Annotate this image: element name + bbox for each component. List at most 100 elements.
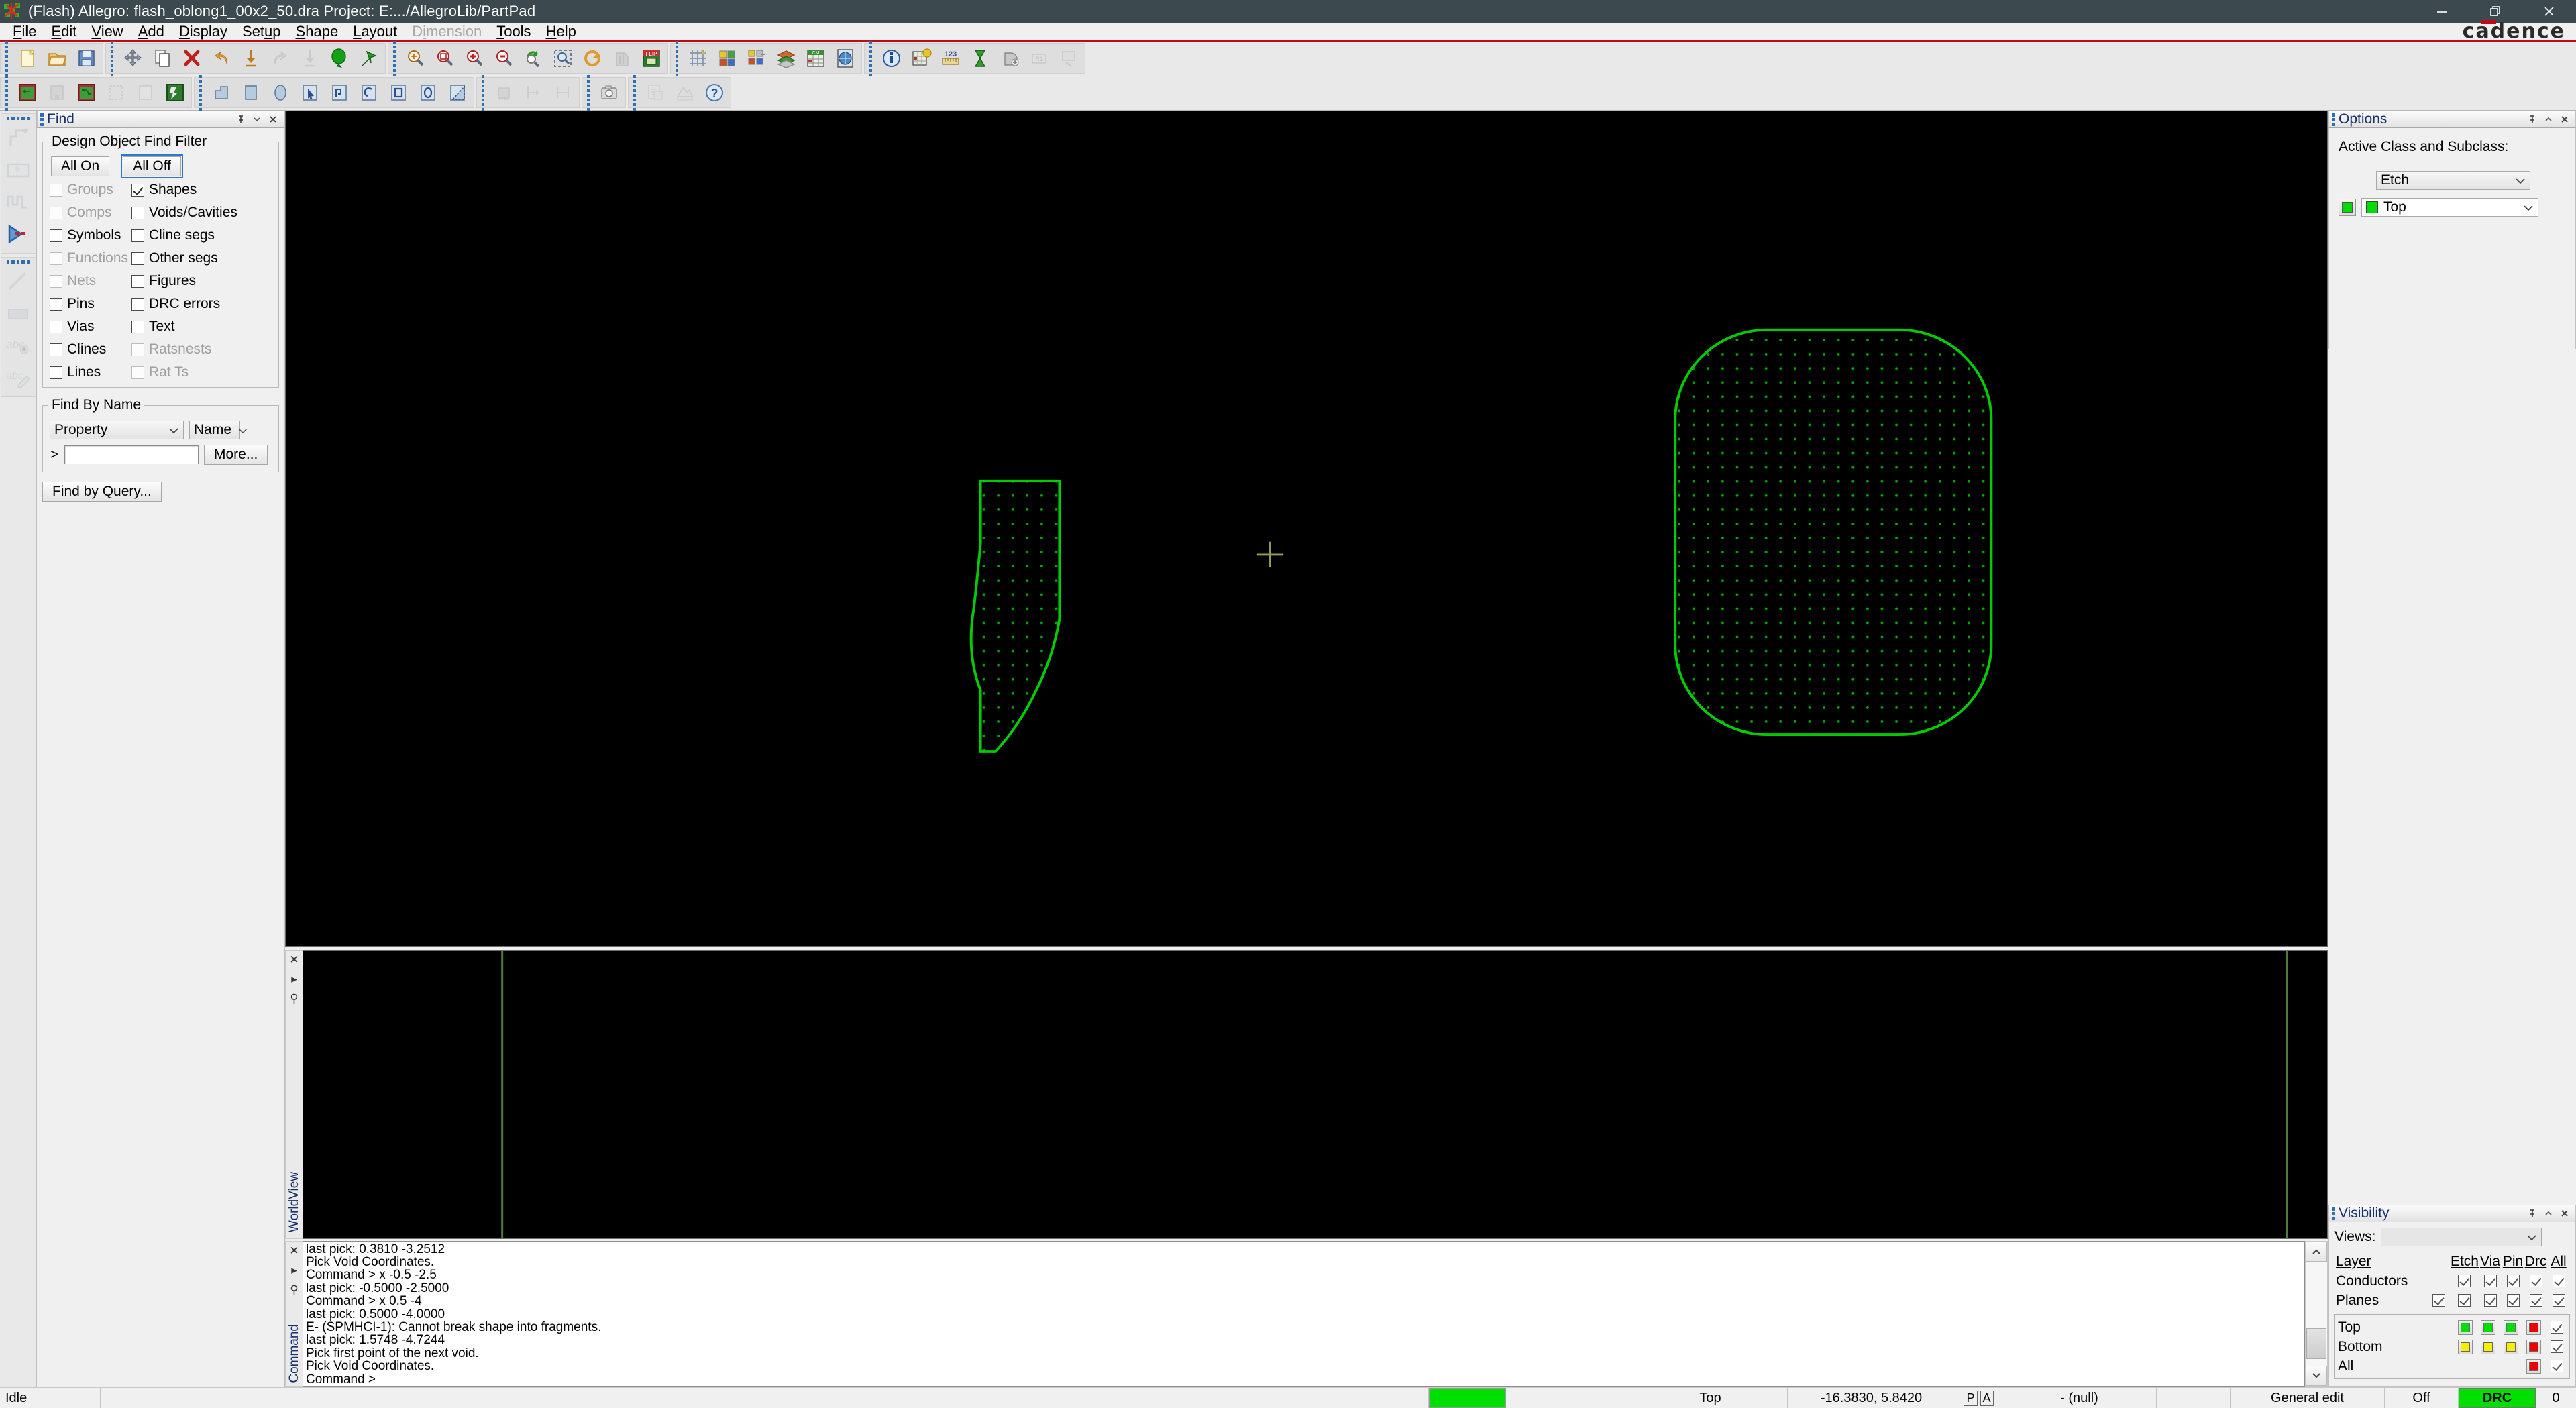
oblong-pad-shape[interactable]: [1674, 328, 1993, 736]
rail-grip-icon[interactable]: [5, 114, 31, 122]
visibility-checkbox[interactable]: [2552, 1275, 2565, 1288]
checkbox-icon[interactable]: [131, 206, 144, 219]
all-off-button[interactable]: All Off: [121, 154, 183, 178]
menu-item-layout[interactable]: Layout: [345, 22, 405, 41]
shape-edit-boundary-icon[interactable]: [325, 78, 354, 107]
toolbar-grip-icon[interactable]: [3, 74, 11, 111]
pin-panel-icon[interactable]: [2525, 112, 2540, 127]
save-icon[interactable]: [72, 44, 101, 73]
collapse-panel-icon[interactable]: [2541, 1206, 2556, 1221]
scrollbar-thumb[interactable]: [2306, 1328, 2326, 1359]
checkbox-icon[interactable]: [131, 297, 144, 311]
void-fragment-shape[interactable]: [969, 479, 1061, 753]
checkbox-icon[interactable]: [131, 252, 144, 265]
find-filter-pins[interactable]: Pins: [50, 296, 131, 312]
toolbar-grip-icon[interactable]: [479, 74, 487, 111]
find-filter-symbols[interactable]: Symbols: [50, 227, 131, 243]
worldview-expand-icon[interactable]: ▸: [291, 973, 297, 986]
pin-panel-icon[interactable]: [233, 112, 248, 127]
find-object-type-select[interactable]: Property: [50, 421, 184, 439]
menu-item-tools[interactable]: Tools: [489, 22, 538, 41]
visibility-column-via[interactable]: Via: [2479, 1252, 2502, 1271]
visibility-color-swatch[interactable]: [2458, 1319, 2473, 1335]
scroll-down-icon[interactable]: [2306, 1366, 2327, 1386]
property-edit-icon[interactable]: [906, 44, 936, 73]
visibility-column-pin[interactable]: Pin: [2502, 1252, 2524, 1271]
menu-item-display[interactable]: Display: [172, 22, 235, 41]
menu-item-setup[interactable]: Setup: [235, 22, 288, 41]
collapse-panel-icon[interactable]: [2541, 112, 2556, 127]
checkbox-icon[interactable]: [131, 229, 144, 242]
visibility-checkbox[interactable]: [2458, 1294, 2471, 1307]
close-panel-icon[interactable]: [2557, 1206, 2572, 1221]
select-shape-icon[interactable]: [295, 78, 325, 107]
panel-menu-icon[interactable]: [250, 112, 264, 127]
toolbar-grip-icon[interactable]: [197, 74, 205, 111]
find-filter-voids-cavities[interactable]: Voids/Cavities: [131, 205, 273, 221]
custom-smooth-icon[interactable]: [2, 219, 34, 251]
minimize-button[interactable]: [2415, 0, 2469, 23]
worldview-close-icon[interactable]: ✕: [289, 953, 299, 967]
pin-panel-icon[interactable]: [2525, 1206, 2540, 1221]
visibility-checkbox[interactable]: [2483, 1275, 2497, 1288]
menu-item-add[interactable]: Add: [131, 22, 172, 41]
zoom-fit-icon[interactable]: [400, 44, 430, 73]
visibility-color-swatch[interactable]: [2504, 1339, 2518, 1354]
checkbox-icon[interactable]: [131, 274, 144, 288]
visibility-checkbox[interactable]: [2552, 1294, 2565, 1307]
visibility-color-swatch[interactable]: [2481, 1339, 2496, 1354]
status-pick-p[interactable]: P: [1964, 1390, 1978, 1406]
zoom-out-icon[interactable]: [489, 44, 519, 73]
menu-item-file[interactable]: File: [5, 22, 44, 41]
design-canvas[interactable]: [286, 111, 2327, 946]
worldview-pin-icon[interactable]: ⚲: [290, 992, 298, 1006]
checkbox-icon[interactable]: [131, 183, 144, 197]
status-drc-badge[interactable]: DRC: [2459, 1388, 2536, 1408]
visibility-checkbox[interactable]: [2506, 1275, 2520, 1288]
shape-void-polygon-icon[interactable]: [443, 78, 472, 107]
visibility-checkbox[interactable]: [2529, 1275, 2542, 1288]
checkbox-icon[interactable]: [50, 297, 62, 311]
layer-stack-icon[interactable]: [771, 44, 801, 73]
new-file-icon[interactable]: [13, 44, 42, 73]
add-line-shape-icon[interactable]: [207, 78, 236, 107]
visibility-column-drc[interactable]: Drc: [2524, 1252, 2547, 1271]
visibility-color-swatch[interactable]: [2526, 1358, 2541, 1374]
visibility-column-all[interactable]: All: [2547, 1252, 2570, 1271]
subclass-visibility-icon[interactable]: [742, 44, 771, 73]
visibility-checkbox[interactable]: [2550, 1321, 2563, 1334]
pin-shape-icon[interactable]: [354, 44, 384, 73]
toolbar-grip-icon[interactable]: [108, 40, 116, 76]
toolbar-grip-icon[interactable]: [867, 40, 875, 76]
measure-icon[interactable]: 123: [936, 44, 965, 73]
undo-to-icon[interactable]: [236, 44, 266, 73]
grid-toggle-icon[interactable]: [683, 44, 712, 73]
visibility-color-swatch[interactable]: [2526, 1319, 2541, 1335]
delay-tune-icon[interactable]: [965, 44, 995, 73]
visibility-checkbox[interactable]: [2483, 1294, 2497, 1307]
visibility-color-swatch[interactable]: [2458, 1339, 2473, 1354]
camera-icon[interactable]: [594, 78, 624, 107]
views-select[interactable]: [2381, 1228, 2542, 1246]
visibility-color-swatch[interactable]: [2504, 1319, 2518, 1335]
open-file-icon[interactable]: [42, 44, 72, 73]
rail-grip-icon[interactable]: [5, 258, 31, 266]
flip-design-icon[interactable]: FLIP: [637, 44, 666, 73]
console-pin-icon[interactable]: ⚲: [290, 1283, 298, 1297]
console-close-icon[interactable]: ✕: [289, 1244, 299, 1258]
console-expand-icon[interactable]: ▸: [291, 1264, 297, 1277]
design-canvas-container[interactable]: [285, 111, 2328, 948]
padstack-editor-icon[interactable]: [72, 78, 101, 107]
scroll-up-icon[interactable]: [2306, 1241, 2327, 1262]
zoom-window-icon[interactable]: [430, 44, 460, 73]
flash-symbol-icon[interactable]: [160, 78, 190, 107]
visibility-checkbox[interactable]: [2432, 1294, 2446, 1307]
add-shape-icon[interactable]: [995, 44, 1024, 73]
delete-icon[interactable]: [177, 44, 207, 73]
shape-void-icon[interactable]: [354, 78, 384, 107]
zoom-in-icon[interactable]: [460, 44, 489, 73]
find-filter-lines[interactable]: Lines: [50, 364, 131, 380]
scrollbar-track[interactable]: [2306, 1261, 2327, 1366]
toolbar-grip-icon[interactable]: [390, 40, 398, 76]
all-on-button[interactable]: All On: [51, 156, 110, 176]
